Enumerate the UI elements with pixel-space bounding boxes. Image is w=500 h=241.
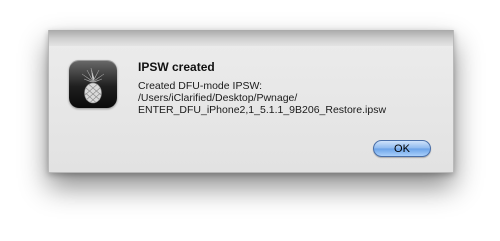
message-line: /Users/iClarified/Desktop/Pwnage/ — [138, 92, 298, 104]
alert-dialog: IPSW created Created DFU-mode IPSW: /Use… — [48, 30, 454, 173]
message-line: ENTER_DFU_iPhone2,1_5.1.1_9B206_Restore.… — [138, 104, 387, 116]
dialog-message: Created DFU-mode IPSW: /Users/iClarified… — [138, 80, 438, 116]
dialog-title: IPSW created — [138, 60, 215, 74]
message-line: Created DFU-mode IPSW: — [138, 80, 263, 92]
ok-button[interactable]: OK — [373, 140, 431, 157]
pineapple-icon — [69, 60, 117, 108]
screen: IPSW created Created DFU-mode IPSW: /Use… — [0, 0, 500, 241]
dialog-title-strip — [49, 30, 453, 46]
dialog-text: IPSW created Created DFU-mode IPSW: /Use… — [138, 60, 438, 116]
